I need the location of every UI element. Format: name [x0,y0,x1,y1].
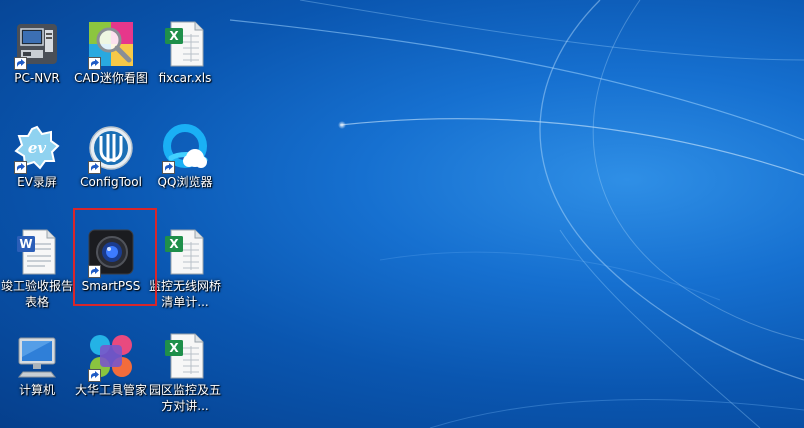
svg-text:ev: ev [28,139,47,157]
shortcut-arrow-icon [14,159,27,174]
desktop-icon-label: SmartPSS [81,279,141,293]
desktop-icon-label: fixcar.xls [158,71,212,85]
excel-file-icon: X [161,20,209,68]
desktop-icon-label: EV录屏 [17,175,57,189]
desktop-icon-fixcar-xls[interactable]: X fixcar.xls [148,16,222,120]
shortcut-arrow-icon [88,55,101,70]
desktop-icon-cad-viewer[interactable]: CAD迷你看图 [74,16,148,120]
desktop-icon-label: PC-NVR [14,71,60,85]
desktop-icon-label: 园区监控及五方对讲... [148,383,221,413]
desktop-icon-smartpss[interactable]: SmartPSS [74,224,148,328]
desktop-icon-wireless-bridge-list[interactable]: X 监控无线网桥清单计... [148,224,222,328]
desktop-icon-pc-nvr[interactable]: PC-NVR [0,16,74,120]
desktop-icon-label: CAD迷你看图 [74,71,148,85]
desktop-icon-acceptance-report[interactable]: W 竣工验收报告表格 [0,224,74,328]
desktop-icon-label: QQ浏览器 [157,175,213,189]
desktop[interactable]: PC-NVR CAD迷你看图 X fixcar.xls ev EV录屏 Conf… [0,0,804,428]
desktop-icon-label: 计算机 [18,383,55,397]
svg-text:X: X [169,29,179,43]
svg-text:W: W [19,237,32,251]
desktop-icon-computer[interactable]: 计算机 [0,328,74,428]
word-file-icon: W [13,228,61,276]
excel-file-icon: X [161,332,209,380]
computer-icon [13,332,61,380]
shortcut-arrow-icon [88,367,101,382]
svg-text:X: X [169,237,179,251]
shortcut-arrow-icon [88,263,101,278]
shortcut-arrow-icon [14,55,27,70]
desktop-icon-ev-recorder[interactable]: ev EV录屏 [0,120,74,224]
desktop-icon-label: 大华工具管家 [74,383,147,397]
excel-file-icon: X [161,228,209,276]
desktop-icon-qq-browser[interactable]: QQ浏览器 [148,120,222,224]
desktop-icon-config-tool[interactable]: ConfigTool [74,120,148,224]
svg-text:X: X [169,341,179,355]
desktop-icon-park-surveillance-intercom[interactable]: X 园区监控及五方对讲... [148,328,222,428]
desktop-icon-label: 竣工验收报告表格 [0,279,73,309]
desktop-icon-dahua-toolbox[interactable]: 大华工具管家 [74,328,148,428]
desktop-icon-label: ConfigTool [80,175,142,189]
desktop-icon-label: 监控无线网桥清单计... [148,279,221,309]
shortcut-arrow-icon [88,159,101,174]
shortcut-arrow-icon [162,159,175,174]
